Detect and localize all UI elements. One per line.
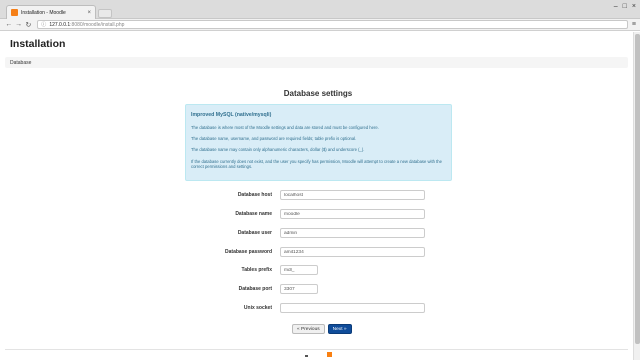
info-title: Improved MySQL (native/mysqli) (191, 112, 272, 118)
back-arrow-icon[interactable]: ← (4, 21, 14, 28)
page-info-icon[interactable]: ⓘ (41, 21, 46, 28)
info-paragraph-1: The database is where most of the Moodle… (191, 125, 379, 130)
maximize-icon[interactable]: □ (623, 3, 627, 10)
prefix-label: Tables prefix (241, 267, 272, 273)
driver-info-box: Improved MySQL (native/mysqli) The datab… (185, 104, 452, 181)
dbuser-input[interactable] (280, 228, 425, 238)
navigation-buttons: « Previous Next » (292, 324, 352, 334)
section-title: Database settings (283, 89, 353, 98)
reload-icon[interactable]: ↻ (24, 21, 34, 29)
page-title: Installation (10, 38, 66, 50)
url-path: :8080/moodle/install.php (70, 21, 125, 28)
dbuser-label: Database user (237, 230, 272, 236)
browser-menu-icon[interactable]: ≡ (632, 21, 636, 28)
breadcrumb-item-database: Database (10, 59, 32, 66)
scrollbar-thumb[interactable] (635, 34, 640, 344)
form-row-dbsocket: Unix socket (0, 303, 633, 314)
form-row-dbport: Database port (0, 284, 633, 295)
prefix-input[interactable] (280, 265, 318, 275)
moodle-logo-icon[interactable] (327, 352, 332, 357)
page-scrollbar[interactable] (633, 32, 640, 360)
info-paragraph-4: If the database currently does not exist… (191, 158, 442, 169)
dbport-input[interactable] (280, 284, 318, 294)
dbhost-label: Database host (237, 192, 272, 198)
tab-close-icon[interactable]: × (87, 10, 91, 16)
dbhost-input[interactable] (280, 190, 425, 200)
address-bar[interactable]: ⓘ 127.0.0.1:8080/moodle/install.php (37, 20, 628, 29)
title-bar: Installation - Moodle × – □ × (0, 0, 640, 19)
browser-window: Installation - Moodle × – □ × ← → ↻ ⓘ 12… (0, 0, 640, 360)
minimize-icon[interactable]: – (614, 3, 618, 10)
tab-title: Installation - Moodle (21, 9, 66, 16)
new-tab-button[interactable] (98, 9, 112, 18)
form-row-prefix: Tables prefix (0, 265, 633, 276)
dbsocket-label: Unix socket (243, 305, 272, 311)
dbsocket-input[interactable] (280, 303, 425, 313)
window-controls: – □ × (614, 3, 636, 10)
form-row-dbuser: Database user (0, 228, 633, 239)
dbname-input[interactable] (280, 209, 425, 219)
footer-info-icon (305, 355, 308, 357)
footer-divider (5, 349, 628, 350)
dbpass-input[interactable] (280, 247, 425, 257)
forward-arrow-icon[interactable]: → (14, 21, 24, 28)
dbpass-label: Database password (225, 249, 272, 255)
form-row-dbhost: Database host (0, 190, 633, 201)
breadcrumb: Database (5, 57, 628, 68)
form-row-dbpass: Database password (0, 247, 633, 258)
info-paragraph-2: The database name, username, and passwor… (191, 136, 357, 142)
moodle-favicon-icon (11, 9, 18, 16)
form-row-dbname: Database name (0, 209, 633, 220)
previous-button[interactable]: « Previous (292, 324, 325, 334)
info-paragraph-3: The database name may contain only alpha… (191, 147, 365, 153)
next-button[interactable]: Next » (327, 324, 352, 334)
window-close-icon[interactable]: × (632, 3, 636, 10)
url-host: 127.0.0.1 (49, 21, 71, 28)
browser-tab[interactable]: Installation - Moodle × (6, 5, 96, 19)
dbport-label: Database port (238, 286, 272, 292)
browser-toolbar: ← → ↻ ⓘ 127.0.0.1:8080/moodle/install.ph… (0, 19, 640, 31)
page-content: Installation Database Database settings … (0, 32, 633, 360)
dbname-label: Database name (235, 211, 272, 217)
